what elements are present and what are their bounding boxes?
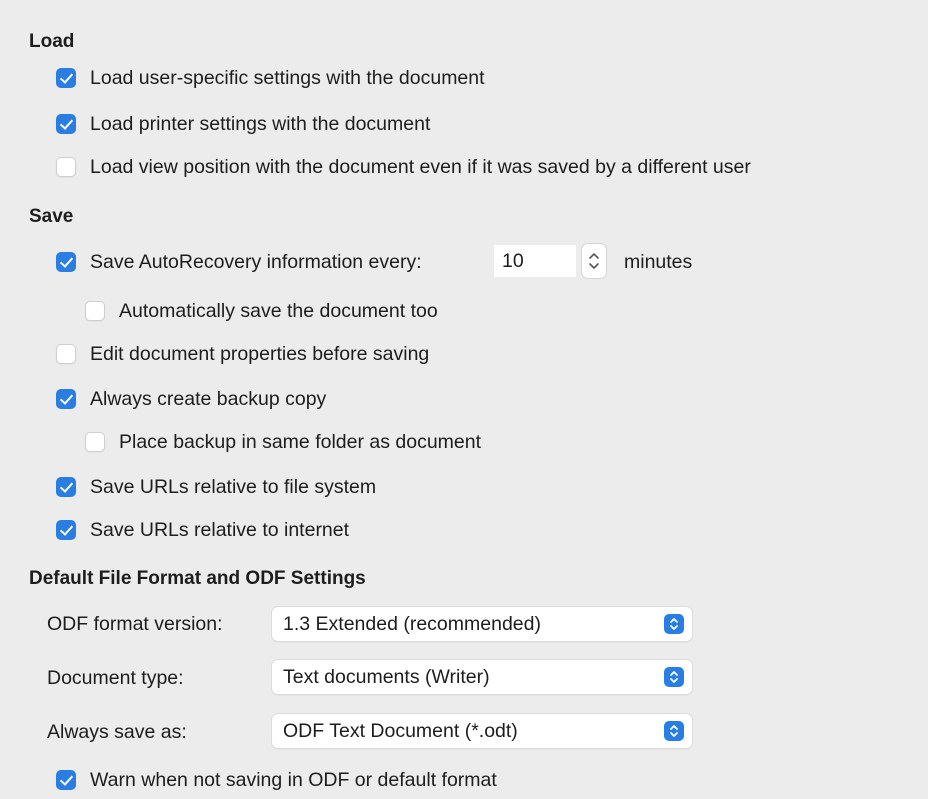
urls-internet-checkbox[interactable] [56,520,76,540]
load-user-settings-option[interactable]: Load user-specific settings with the doc… [56,64,485,92]
urls-file-system-checkbox[interactable] [56,477,76,497]
default-format-section-title: Default File Format and ODF Settings [29,568,366,589]
edit-properties-option[interactable]: Edit document properties before saving [56,340,429,368]
up-down-chevron-icon [589,253,599,269]
autorecovery-stepper[interactable] [582,244,606,278]
load-printer-settings-option[interactable]: Load printer settings with the document [56,110,430,138]
save-section-title: Save [29,206,74,227]
load-printer-settings-label: Load printer settings with the document [90,112,431,135]
backup-copy-label: Always create backup copy [90,387,327,410]
load-view-position-checkbox[interactable] [56,157,76,177]
document-type-label: Document type: [47,667,184,689]
warn-odf-label: Warn when not saving in ODF or default f… [90,768,497,791]
backup-same-folder-option[interactable]: Place backup in same folder as document [85,428,481,456]
odf-version-value: 1.3 Extended (recommended) [283,612,541,635]
odf-version-label: ODF format version: [47,613,223,635]
autorecovery-checkbox[interactable] [56,252,76,272]
backup-same-folder-checkbox[interactable] [85,432,105,452]
backup-same-folder-label: Place backup in same folder as document [119,430,482,453]
urls-file-system-option[interactable]: Save URLs relative to file system [56,473,376,501]
select-arrows-icon [664,667,684,687]
backup-copy-option[interactable]: Always create backup copy [56,385,326,413]
auto-save-document-checkbox[interactable] [85,301,105,321]
select-arrows-icon [664,614,684,634]
select-arrows-icon [664,721,684,741]
autorecovery-minutes-input[interactable]: 10 [494,245,576,277]
always-save-as-select[interactable]: ODF Text Document (*.odt) [272,714,692,748]
urls-file-system-label: Save URLs relative to file system [90,475,377,498]
urls-internet-option[interactable]: Save URLs relative to internet [56,516,349,544]
urls-internet-label: Save URLs relative to internet [90,518,350,541]
load-section-title: Load [29,31,75,52]
load-printer-settings-checkbox[interactable] [56,114,76,134]
warn-odf-checkbox[interactable] [56,770,76,790]
document-type-select[interactable]: Text documents (Writer) [272,660,692,694]
load-view-position-label: Load view position with the document eve… [90,155,751,178]
backup-copy-checkbox[interactable] [56,389,76,409]
minutes-unit-label: minutes [624,251,693,273]
always-save-as-label: Always save as: [47,721,187,743]
warn-odf-option[interactable]: Warn when not saving in ODF or default f… [56,766,497,794]
autorecovery-label: Save AutoRecovery information every: [90,250,422,273]
load-user-settings-checkbox[interactable] [56,68,76,88]
load-view-position-option[interactable]: Load view position with the document eve… [56,153,751,181]
always-save-as-value: ODF Text Document (*.odt) [283,719,518,742]
auto-save-document-label: Automatically save the document too [119,299,438,322]
edit-properties-checkbox[interactable] [56,344,76,364]
autorecovery-option[interactable]: Save AutoRecovery information every: [56,248,422,276]
document-type-value: Text documents (Writer) [283,665,490,688]
edit-properties-label: Edit document properties before saving [90,342,430,365]
auto-save-document-option[interactable]: Automatically save the document too [85,297,438,325]
load-user-settings-label: Load user-specific settings with the doc… [90,66,485,89]
odf-version-select[interactable]: 1.3 Extended (recommended) [272,607,692,641]
